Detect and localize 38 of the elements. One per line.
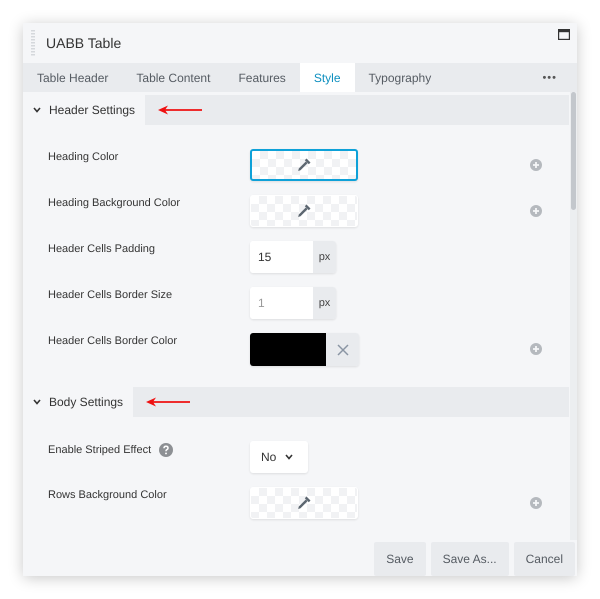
tab[interactable]: Style xyxy=(300,63,354,92)
tab[interactable]: Table Header xyxy=(23,63,122,92)
color-picker-field[interactable] xyxy=(250,149,358,181)
plus-circle-icon[interactable] xyxy=(530,159,542,171)
more-menu-button[interactable]: ••• xyxy=(536,63,563,92)
scrollbar[interactable] xyxy=(570,92,577,540)
plus-circle-icon[interactable] xyxy=(530,205,542,217)
footer-button[interactable]: Save xyxy=(374,542,426,576)
tab[interactable]: Table Content xyxy=(122,63,224,92)
close-icon xyxy=(336,344,348,356)
eyedropper-icon xyxy=(296,203,312,219)
select-dropdown[interactable]: No xyxy=(250,441,308,473)
help-icon[interactable] xyxy=(159,443,174,457)
clear-button[interactable] xyxy=(326,333,359,366)
plus-circle-icon[interactable] xyxy=(530,343,542,355)
field-label: Heading Color xyxy=(48,151,118,163)
field-label: Header Cells Border Color xyxy=(48,335,177,347)
drag-handle-icon[interactable] xyxy=(31,30,35,56)
eyedropper-icon xyxy=(296,157,312,173)
section-toggle[interactable]: Body Settings xyxy=(23,387,134,417)
field-label: Heading Background Color xyxy=(48,197,180,209)
footer-button[interactable]: Cancel xyxy=(514,542,575,576)
field-label: Rows Background Color xyxy=(48,489,167,501)
unit-label: px xyxy=(313,287,336,319)
footer-button[interactable]: Save As... xyxy=(430,542,509,576)
tab[interactable]: Features xyxy=(224,63,300,92)
eyedropper-icon xyxy=(296,495,312,511)
chevron-down-icon xyxy=(285,454,294,460)
section-toggle[interactable]: Header Settings xyxy=(23,95,146,125)
field-label: Header Cells Border Size xyxy=(48,289,172,301)
color-swatch[interactable] xyxy=(250,333,326,366)
maximize-icon[interactable] xyxy=(558,29,570,40)
field-label: Enable Striped Effect xyxy=(48,444,152,456)
plus-circle-icon[interactable] xyxy=(530,497,542,509)
tab[interactable]: Typography xyxy=(354,63,446,92)
unit-label: px xyxy=(313,241,336,273)
window-title: UABB Table xyxy=(46,35,122,51)
field-label: Header Cells Padding xyxy=(48,243,156,255)
